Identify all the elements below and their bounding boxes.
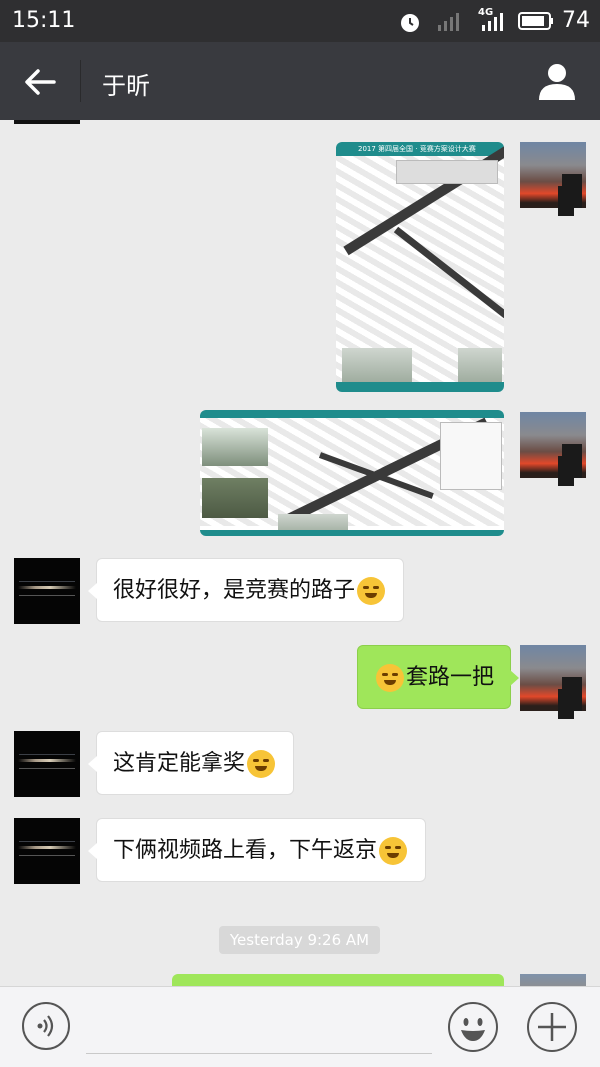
message-text: 很好很好，是竞赛的路子 (113, 578, 356, 603)
message-text: 这肯定能拿奖 (113, 751, 246, 776)
plus-icon[interactable] (526, 1001, 578, 1053)
poster-header (200, 410, 504, 418)
message-bubble[interactable]: 下俩视频路上看，下午返京 (87, 818, 427, 882)
status-bar: 15:11 4G 74 (0, 0, 600, 42)
smug-emoji-icon (247, 750, 276, 778)
laughing-crying-emoji-icon (379, 837, 408, 865)
voice-icon[interactable] (21, 1001, 71, 1051)
chat-header: 于昕 (0, 42, 600, 120)
avatar[interactable] (520, 142, 586, 208)
message-input[interactable] (86, 1009, 432, 1054)
poster-footer (336, 382, 504, 392)
input-bar (0, 986, 600, 1067)
person-icon[interactable] (536, 60, 578, 102)
message-text: 下俩视频路上看，下午返京 (113, 838, 378, 863)
signal-4g-icon (482, 13, 503, 31)
avatar[interactable] (520, 412, 586, 478)
laughing-crying-emoji-icon (376, 664, 404, 692)
image-message[interactable]: 2017 第四届全国 · 竞赛方案设计大赛 (336, 142, 504, 392)
image-message[interactable] (200, 410, 504, 536)
chat-title: 于昕 (102, 72, 150, 100)
message-bubble[interactable]: 很好很好，是竞赛的路子 (87, 558, 405, 622)
poster-header-text: 2017 第四届全国 · 竞赛方案设计大赛 (358, 145, 476, 153)
status-time: 15:11 (12, 8, 76, 33)
avatar[interactable] (14, 731, 80, 797)
battery-icon (518, 12, 553, 30)
message-bubble[interactable]: 这肯定能拿奖 (87, 731, 295, 795)
message-bubble[interactable]: 套路一把 (357, 645, 520, 709)
message-text: 套路一把 (406, 665, 495, 690)
header-divider (80, 60, 81, 102)
poster-panorama (200, 417, 504, 536)
poster-axonometric (336, 146, 504, 386)
avatar[interactable] (14, 558, 80, 624)
arrow-left-icon[interactable] (20, 62, 60, 102)
poster-header: 2017 第四届全国 · 竞赛方案设计大赛 (336, 142, 504, 156)
alarm-icon (401, 14, 419, 32)
poster-footer (200, 530, 504, 536)
avatar[interactable] (14, 818, 80, 884)
battery-level: 74 (562, 8, 590, 33)
smiley-icon[interactable] (447, 1001, 499, 1053)
scroll-edge (14, 120, 80, 124)
timestamp: Yesterday 9:26 AM (219, 926, 380, 954)
laughing-crying-emoji-icon (357, 577, 386, 605)
signal-icon (438, 13, 459, 31)
avatar[interactable] (520, 645, 586, 711)
